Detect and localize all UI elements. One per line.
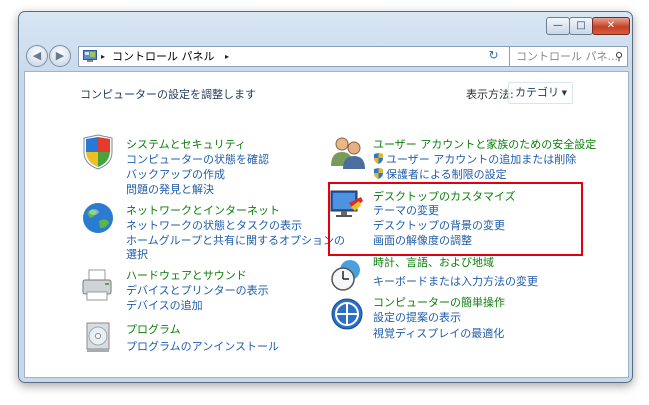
category-title-user-accounts[interactable]: ユーザー アカウントと家族のための安全設定 bbox=[373, 136, 596, 152]
user-accounts-icon bbox=[331, 137, 365, 169]
link-view-network-status[interactable]: ネットワークの状態とタスクの表示 bbox=[126, 217, 302, 233]
link-parental-controls-label: 保護者による制限の設定 bbox=[386, 168, 507, 181]
link-parental-controls[interactable]: 保護者による制限の設定 bbox=[373, 166, 507, 182]
view-by-value: カテゴリ bbox=[515, 86, 559, 99]
minimize-button[interactable]: — bbox=[546, 17, 570, 35]
address-bar[interactable]: ▸ コントロール パネル ▸ ▼ bbox=[78, 46, 536, 67]
breadcrumb-separator: ▸ bbox=[101, 52, 106, 61]
link-homegroup-sharing-options[interactable]: ホームグループと共有に関するオプションの bbox=[126, 232, 345, 248]
search-placeholder: コントロール パネ... bbox=[516, 50, 618, 63]
clock-globe-icon bbox=[331, 260, 360, 291]
network-globe-icon bbox=[83, 203, 113, 233]
link-check-computer-status[interactable]: コンピューターの状態を確認 bbox=[126, 151, 269, 167]
view-by-label: 表示方法: bbox=[466, 88, 514, 101]
link-let-windows-suggest-settings[interactable]: 設定の提案の表示 bbox=[373, 309, 461, 325]
link-homegroup-sharing-options-cont[interactable]: 選択 bbox=[126, 246, 148, 262]
link-add-device[interactable]: デバイスの追加 bbox=[126, 297, 203, 313]
breadcrumb-separator[interactable]: ▸ bbox=[225, 47, 229, 66]
close-button[interactable]: ✕ bbox=[592, 17, 630, 35]
highlight-box bbox=[328, 182, 583, 256]
link-add-remove-user-accounts[interactable]: ユーザー アカウントの追加または削除 bbox=[373, 151, 576, 167]
back-button[interactable]: ◀ bbox=[26, 45, 48, 67]
programs-box-icon bbox=[86, 322, 110, 352]
title-bar: — □ ✕ bbox=[19, 12, 632, 40]
category-title-clock-language-region[interactable]: 時計、言語、および地域 bbox=[373, 254, 494, 270]
link-uninstall-program[interactable]: プログラムのアンインストール bbox=[126, 338, 279, 354]
navigation-bar: ◀ ▶ ▸ コントロール パネル ▸ ▼ ↻ コントロール パネ... ⚲ bbox=[19, 40, 632, 70]
link-find-and-fix-problems[interactable]: 問題の発見と解決 bbox=[126, 181, 214, 197]
view-by-select[interactable]: カテゴリ ▼ bbox=[508, 82, 573, 104]
control-panel-icon bbox=[83, 50, 97, 62]
link-add-remove-user-accounts-label: ユーザー アカウントの追加または削除 bbox=[386, 153, 577, 166]
chevron-down-icon: ▼ bbox=[561, 89, 567, 97]
page-title: コンピューターの設定を調整します bbox=[80, 88, 256, 101]
ease-of-access-icon bbox=[331, 298, 363, 330]
link-optimize-visual-display[interactable]: 視覚ディスプレイの最適化 bbox=[373, 325, 504, 341]
search-input[interactable]: コントロール パネ... ⚲ bbox=[509, 46, 628, 67]
category-title-ease-of-access[interactable]: コンピューターの簡単操作 bbox=[373, 294, 505, 310]
category-title-hardware-sound[interactable]: ハードウェアとサウンド bbox=[126, 267, 247, 283]
category-title-network-internet[interactable]: ネットワークとインターネット bbox=[126, 202, 280, 218]
security-shield-icon bbox=[83, 134, 113, 170]
printer-icon bbox=[82, 269, 112, 301]
category-title-system-security[interactable]: システムとセキュリティ bbox=[126, 136, 246, 152]
uac-shield-icon bbox=[374, 153, 383, 164]
link-change-keyboard-input[interactable]: キーボードまたは入力方法の変更 bbox=[373, 273, 538, 289]
category-title-programs[interactable]: プログラム bbox=[126, 321, 181, 337]
forward-button[interactable]: ▶ bbox=[49, 45, 71, 67]
uac-shield-icon bbox=[374, 168, 383, 179]
content-pane: コンピューターの設定を調整します 表示方法: カテゴリ ▼ システムとセキュリテ… bbox=[24, 71, 629, 378]
control-panel-window: — □ ✕ ◀ ▶ ▸ コントロール パネル ▸ ▼ ↻ コントロール パネ..… bbox=[18, 11, 633, 383]
link-create-backup[interactable]: バックアップの作成 bbox=[126, 166, 225, 182]
link-view-devices-printers[interactable]: デバイスとプリンターの表示 bbox=[126, 282, 269, 298]
breadcrumb-control-panel[interactable]: コントロール パネル bbox=[112, 47, 215, 66]
refresh-icon[interactable]: ↻ bbox=[485, 46, 502, 65]
maximize-button[interactable]: □ bbox=[569, 17, 593, 35]
search-icon[interactable]: ⚲ bbox=[615, 47, 623, 66]
